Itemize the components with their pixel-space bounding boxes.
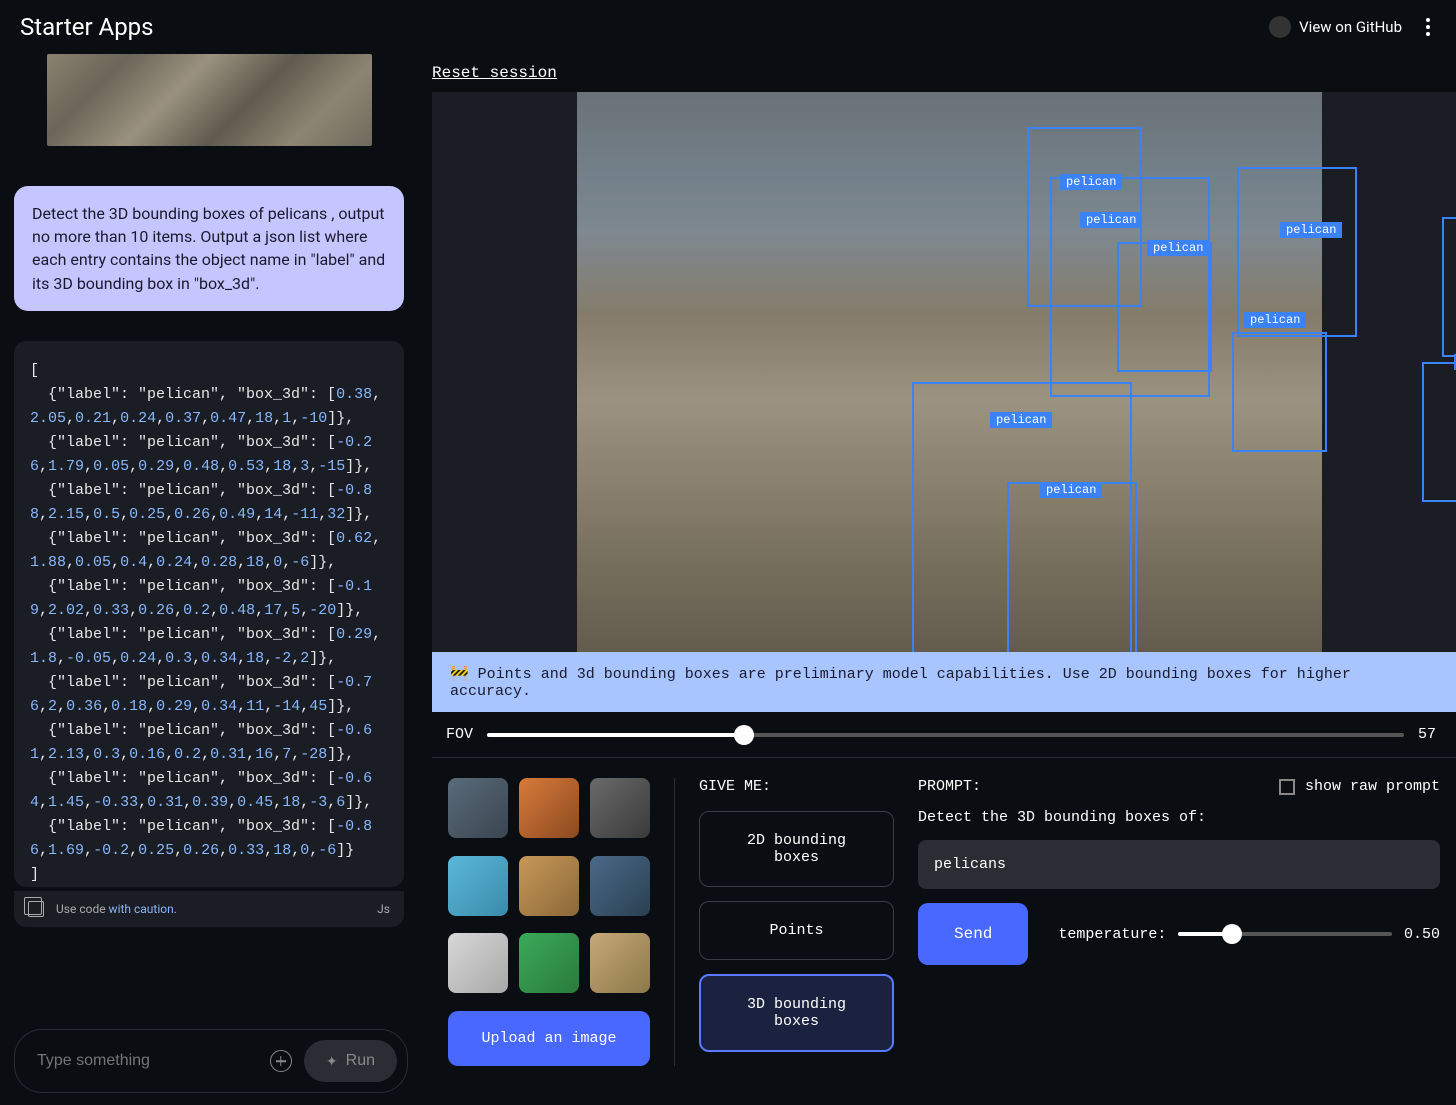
sample-thumb[interactable] bbox=[590, 856, 650, 916]
temperature-label: temperature: bbox=[1058, 926, 1166, 943]
detection-box bbox=[1442, 217, 1456, 357]
detection-box bbox=[1422, 362, 1456, 502]
sparkle-icon: ✦ bbox=[326, 1053, 338, 1070]
option-3d-bbox[interactable]: 3D bounding boxes bbox=[699, 974, 894, 1052]
prompt-input[interactable] bbox=[918, 840, 1440, 889]
detection-canvas: pelican pelican pelican pelican pelican pelic… bbox=[432, 92, 1456, 652]
detection-box bbox=[1117, 242, 1212, 372]
sample-thumb[interactable] bbox=[590, 933, 650, 993]
detection-box bbox=[1232, 332, 1327, 452]
detection-label: pelican bbox=[1147, 240, 1209, 256]
detection-label: pelican bbox=[1060, 174, 1122, 190]
fov-slider[interactable] bbox=[487, 733, 1404, 737]
app-title: Starter Apps bbox=[20, 13, 154, 41]
caution-link[interactable]: with caution bbox=[109, 902, 174, 916]
sample-thumb[interactable] bbox=[519, 856, 579, 916]
run-button[interactable]: ✦ Run bbox=[304, 1040, 397, 1082]
sample-thumb[interactable] bbox=[590, 778, 650, 838]
kebab-menu-icon[interactable] bbox=[1420, 12, 1436, 42]
attached-image-thumbnail bbox=[47, 54, 372, 146]
detection-box bbox=[1007, 482, 1137, 652]
detection-label: pelican bbox=[990, 412, 1052, 428]
detection-label: pelican bbox=[1280, 222, 1342, 238]
github-label: View on GitHub bbox=[1299, 18, 1402, 36]
caution-bar: Use code with caution. Js bbox=[14, 891, 404, 927]
user-prompt-bubble: Detect the 3D bounding boxes of pelicans… bbox=[14, 186, 404, 311]
sample-thumb[interactable] bbox=[448, 856, 508, 916]
upload-image-button[interactable]: Upload an image bbox=[448, 1011, 650, 1067]
caution-text: Use code bbox=[56, 902, 109, 916]
github-link[interactable]: View on GitHub bbox=[1269, 16, 1402, 38]
copy-icon[interactable] bbox=[28, 901, 44, 917]
give-me-label: GIVE ME: bbox=[699, 778, 894, 795]
detection-label: pelican bbox=[1080, 212, 1142, 228]
sample-thumb[interactable] bbox=[519, 933, 579, 993]
add-attachment-icon[interactable] bbox=[270, 1050, 292, 1072]
chat-input[interactable] bbox=[37, 1052, 270, 1070]
show-raw-prompt-checkbox[interactable]: show raw prompt bbox=[1279, 778, 1440, 795]
sample-thumb[interactable] bbox=[448, 933, 508, 993]
detection-label: pelican bbox=[1244, 312, 1306, 328]
github-icon bbox=[1269, 16, 1291, 38]
chat-input-row: ✦ Run bbox=[14, 1029, 408, 1093]
detect-label: Detect the 3D bounding boxes of: bbox=[918, 809, 1440, 826]
warning-banner: 🚧 Points and 3d bounding boxes are preli… bbox=[432, 652, 1456, 712]
temperature-slider[interactable] bbox=[1178, 932, 1392, 936]
send-button[interactable]: Send bbox=[918, 903, 1028, 965]
sample-image-grid: Upload an image bbox=[448, 778, 675, 1066]
prompt-label: PROMPT: bbox=[918, 778, 981, 795]
model-output-code: [ {"label": "pelican", "box_3d": [0.38,2… bbox=[14, 341, 404, 887]
option-points[interactable]: Points bbox=[699, 901, 894, 960]
fov-label: FOV bbox=[446, 726, 473, 743]
sample-thumb[interactable] bbox=[448, 778, 508, 838]
sample-thumb[interactable] bbox=[519, 778, 579, 838]
temperature-value: 0.50 bbox=[1404, 926, 1440, 943]
option-2d-bbox[interactable]: 2D bounding boxes bbox=[699, 811, 894, 887]
detection-label: pelican bbox=[1040, 482, 1102, 498]
fov-value: 57 bbox=[1418, 726, 1436, 743]
language-badge: Js bbox=[377, 902, 390, 916]
reset-session-link[interactable]: Reset session bbox=[432, 64, 1456, 82]
checkbox-icon bbox=[1279, 779, 1295, 795]
